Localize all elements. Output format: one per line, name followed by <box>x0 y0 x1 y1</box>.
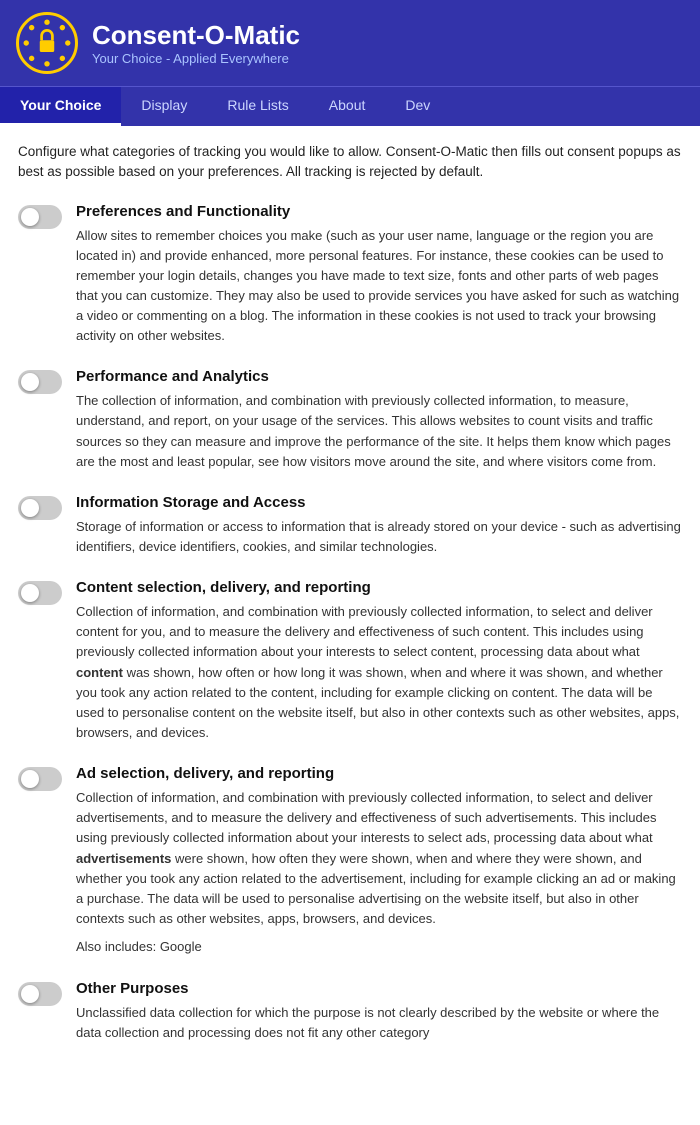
nav-dev[interactable]: Dev <box>385 87 450 126</box>
category-performance: Performance and Analytics The collection… <box>18 368 682 472</box>
category-title-content: Content selection, delivery, and reporti… <box>76 579 682 596</box>
nav-about[interactable]: About <box>309 87 386 126</box>
desc-before-ads: Collection of information, and combinati… <box>76 790 657 845</box>
toggle-switch-preferences[interactable] <box>18 205 62 229</box>
category-body-content: Content selection, delivery, and reporti… <box>76 579 682 743</box>
toggle-switch-content[interactable] <box>18 581 62 605</box>
category-content: Content selection, delivery, and reporti… <box>18 579 682 743</box>
category-title-performance: Performance and Analytics <box>76 368 682 385</box>
category-title-storage: Information Storage and Access <box>76 494 682 511</box>
category-desc-performance: The collection of information, and combi… <box>76 391 682 472</box>
category-desc-content: Collection of information, and combinati… <box>76 602 682 743</box>
nav-your-choice[interactable]: Your Choice <box>0 87 121 126</box>
category-storage: Information Storage and Access Storage o… <box>18 494 682 557</box>
category-body-other: Other Purposes Unclassified data collect… <box>76 980 682 1043</box>
category-preferences: Preferences and Functionality Allow site… <box>18 203 682 347</box>
category-body-storage: Information Storage and Access Storage o… <box>76 494 682 557</box>
category-title-preferences: Preferences and Functionality <box>76 203 682 220</box>
toggle-other[interactable] <box>18 982 62 1006</box>
header-text: Consent-O-Matic Your Choice - Applied Ev… <box>92 20 300 66</box>
main-content: Configure what categories of tracking yo… <box>0 126 700 1089</box>
desc-bold-ads: advertisements <box>76 851 171 866</box>
category-desc-storage: Storage of information or access to info… <box>76 517 682 557</box>
app-subtitle: Your Choice - Applied Everywhere <box>92 51 300 66</box>
category-ads: Ad selection, delivery, and reporting Co… <box>18 765 682 958</box>
toggle-switch-ads[interactable] <box>18 767 62 791</box>
toggle-storage[interactable] <box>18 496 62 520</box>
desc-bold-content: content <box>76 665 123 680</box>
desc-before-content: Collection of information, and combinati… <box>76 604 653 659</box>
category-body-ads: Ad selection, delivery, and reporting Co… <box>76 765 682 958</box>
category-other: Other Purposes Unclassified data collect… <box>18 980 682 1043</box>
toggle-switch-storage[interactable] <box>18 496 62 520</box>
nav-display[interactable]: Display <box>121 87 207 126</box>
also-includes-ads: Also includes: Google <box>76 937 682 958</box>
toggle-preferences[interactable] <box>18 205 62 229</box>
category-desc-preferences: Allow sites to remember choices you make… <box>76 226 682 347</box>
category-body-preferences: Preferences and Functionality Allow site… <box>76 203 682 347</box>
app-title: Consent-O-Matic <box>92 20 300 51</box>
category-desc-other: Unclassified data collection for which t… <box>76 1003 682 1043</box>
category-desc-ads: Collection of information, and combinati… <box>76 788 682 929</box>
toggle-content[interactable] <box>18 581 62 605</box>
intro-text: Configure what categories of tracking yo… <box>18 142 682 183</box>
category-title-ads: Ad selection, delivery, and reporting <box>76 765 682 782</box>
nav: Your Choice Display Rule Lists About Dev <box>0 86 700 126</box>
category-body-performance: Performance and Analytics The collection… <box>76 368 682 472</box>
desc-after-content: was shown, how often or how long it was … <box>76 665 679 740</box>
category-title-other: Other Purposes <box>76 980 682 997</box>
toggle-ads[interactable] <box>18 767 62 791</box>
header: Consent-O-Matic Your Choice - Applied Ev… <box>0 0 700 86</box>
nav-rule-lists[interactable]: Rule Lists <box>207 87 308 126</box>
toggle-performance[interactable] <box>18 370 62 394</box>
logo <box>16 12 78 74</box>
toggle-switch-other[interactable] <box>18 982 62 1006</box>
toggle-switch-performance[interactable] <box>18 370 62 394</box>
